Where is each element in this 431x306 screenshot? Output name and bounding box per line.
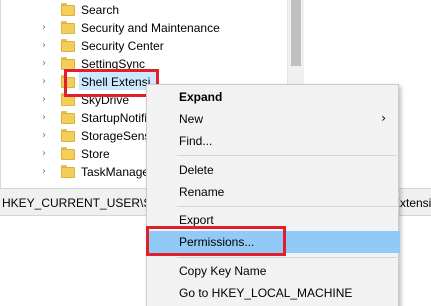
shell-extensions-highlight-box	[64, 69, 159, 97]
menu-item-label: Rename	[179, 185, 225, 199]
menu-item-label: Go to HKEY_LOCAL_MACHINE	[179, 286, 353, 300]
menu-item-label: Find...	[179, 134, 213, 148]
tree-item-search[interactable]: Search	[0, 1, 287, 19]
menu-item-label: Expand	[179, 90, 223, 104]
menu-item-label: Copy Key Name	[179, 264, 267, 278]
menu-item-label: Delete	[179, 163, 214, 177]
tree-item-label: Store	[81, 147, 110, 161]
menu-item-label: New	[179, 112, 204, 126]
menu-item-delete[interactable]: Delete	[147, 159, 400, 181]
menu-item-goto-hklm[interactable]: Go to HKEY_LOCAL_MACHINE	[147, 282, 400, 304]
chevron-right-icon[interactable]: ›	[42, 95, 52, 105]
menu-item-copy-key-name[interactable]: Copy Key Name	[147, 260, 400, 282]
menu-separator	[177, 155, 397, 156]
chevron-right-icon[interactable]: ›	[42, 41, 52, 51]
menu-item-label: Export	[179, 213, 214, 227]
address-path: HKEY_CURRENT_USER\Soft	[2, 196, 165, 210]
folder-icon	[61, 3, 75, 17]
menu-separator	[177, 257, 397, 258]
folder-icon	[61, 39, 75, 53]
chevron-right-icon: ›	[381, 111, 386, 125]
context-menu: Expand New › Find... Delete Rename Expor…	[146, 84, 400, 306]
tree-item-security-and-maintenance[interactable]: › Security and Maintenance	[0, 19, 287, 37]
tree-item-security-center[interactable]: › Security Center	[0, 37, 287, 55]
menu-separator	[177, 206, 397, 207]
menu-item-rename[interactable]: Rename	[147, 181, 400, 203]
tree-item-label: StartupNotifi	[81, 111, 148, 125]
permissions-highlight-box	[146, 226, 286, 256]
chevron-right-icon[interactable]: ›	[42, 23, 52, 33]
folder-icon	[61, 165, 75, 179]
chevron-right-icon[interactable]: ›	[42, 113, 52, 123]
chevron-right-icon[interactable]: ›	[42, 59, 52, 69]
chevron-right-icon[interactable]: ›	[42, 167, 52, 177]
folder-icon	[61, 21, 75, 35]
tree-item-label: Security Center	[81, 39, 164, 53]
folder-icon	[61, 111, 75, 125]
chevron-right-icon[interactable]: ›	[42, 77, 52, 87]
menu-item-new[interactable]: New ›	[147, 108, 400, 130]
menu-item-expand[interactable]: Expand	[147, 86, 400, 108]
tree-item-label: Security and Maintenance	[81, 21, 220, 35]
chevron-right-icon[interactable]: ›	[42, 149, 52, 159]
scrollbar-thumb[interactable]	[291, 0, 301, 66]
menu-item-find[interactable]: Find...	[147, 130, 400, 152]
chevron-right-icon[interactable]: ›	[42, 131, 52, 141]
folder-icon	[61, 129, 75, 143]
tree-item-label: TaskManager	[81, 165, 154, 179]
folder-icon	[61, 147, 75, 161]
tree-item-label: Search	[81, 3, 120, 17]
